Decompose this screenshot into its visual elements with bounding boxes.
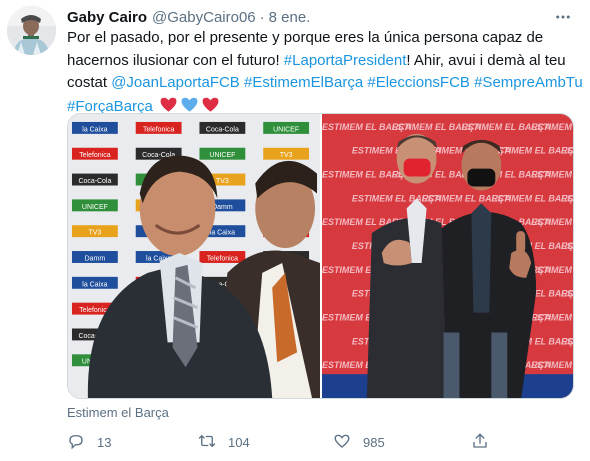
backdrop-text: ESTIMEM EL BARÇA: [531, 313, 573, 323]
share-button[interactable]: [471, 430, 489, 454]
sponsor-board-label: Damm: [85, 255, 106, 262]
heart-outline-icon: [333, 432, 351, 453]
sponsor-board-label: TV3: [280, 152, 293, 159]
more-options-icon[interactable]: [552, 7, 574, 27]
sponsor-board-label: Telefonica: [79, 152, 110, 159]
backdrop-text: ESTIMEM EL BARÇA: [531, 122, 573, 132]
red-heart-icon: [202, 97, 219, 112]
tweet-text-line-2: hacernos ilusionar con el futuro! #Lapor…: [67, 50, 582, 73]
backdrop-text: ESTIMEM EL BARÇA: [561, 336, 573, 346]
tweet[interactable]: Gaby Cairo @GabyCairo06 · 8 ene. Por el …: [0, 0, 590, 461]
sponsor-board-label: UNICEF: [273, 126, 299, 133]
card-source[interactable]: Estimem el Barça: [67, 405, 169, 420]
backdrop-text: ESTIMEM EL BARÇA: [531, 265, 573, 275]
sponsor-board-label: la Caixa: [82, 126, 107, 133]
hashtag-link[interactable]: #LaportaPresident: [284, 52, 407, 69]
hashtag-link[interactable]: #EstimemElBarça: [244, 74, 363, 91]
backdrop-text: ESTIMEM EL BARÇA: [531, 217, 573, 227]
event-backdrop-photo: ESTIMEM EL BARÇA ESTIMEM EL BARÇA ESTIMEM …: [322, 114, 573, 398]
reply-button[interactable]: 13: [67, 430, 111, 454]
photo-right[interactable]: ESTIMEM EL BARÇA ESTIMEM EL BARÇA ESTIMEM …: [322, 114, 573, 398]
backdrop-text: ESTIMEM EL BARÇA: [561, 241, 573, 251]
retweet-count: 104: [228, 434, 250, 450]
author-name[interactable]: Gaby Cairo: [67, 9, 147, 26]
reply-count: 13: [97, 434, 112, 450]
sponsor-board-label: Telefonica: [143, 126, 174, 133]
sponsor-board-label: Telefonica: [207, 255, 238, 262]
avatar-photo: [7, 6, 56, 55]
retweet-icon: [198, 432, 216, 453]
share-icon: [471, 432, 489, 453]
like-button[interactable]: 985: [333, 430, 385, 454]
tweet-text-segment: ! Ahir, avui i demà al teu: [406, 51, 566, 69]
sponsor-board-label: Coca-Cola: [78, 178, 111, 185]
reply-icon: [67, 432, 85, 453]
header-separator: ·: [259, 8, 265, 26]
sponsor-board-label: la Caixa: [82, 281, 107, 288]
backdrop-text: ESTIMEM EL BARÇA: [561, 289, 573, 299]
backdrop-text: ESTIMEM EL BARÇA: [531, 360, 573, 370]
like-count: 985: [363, 434, 385, 450]
sponsor-board-label: Coca-Cola: [206, 126, 239, 133]
tweet-text-line-1: Por el pasado, por el presente y porque …: [67, 27, 582, 50]
hashtag-link[interactable]: #SempreAmbTu: [474, 74, 583, 91]
hashtag-link[interactable]: #ForçaBarça: [67, 98, 153, 115]
backdrop-text: ESTIMEM EL BARÇA: [561, 146, 573, 156]
sponsor-board-label: TV3: [216, 178, 229, 185]
retweet-button[interactable]: 104: [198, 430, 250, 454]
tweet-text-line-3: costat @JoanLaportaFCB #EstimemElBarça #…: [67, 72, 583, 95]
tweet-text-segment: costat: [67, 74, 112, 91]
mention-link[interactable]: @JoanLaportaFCB: [111, 74, 240, 91]
sponsor-board-label: UNICEF: [82, 204, 108, 211]
tweet-text-segment: hacernos ilusionar con el futuro!: [67, 51, 284, 69]
tweet-date[interactable]: 8 ene.: [269, 9, 311, 26]
tweet-text: Por el pasado, por el presente y porque …: [67, 27, 583, 118]
sponsor-board-label: TV3: [89, 230, 102, 237]
photo-left[interactable]: la Caixa Telefonica Coca-Cola UNICEF Telefon…: [68, 114, 320, 398]
press-conference-photo: la Caixa Telefonica Coca-Cola UNICEF Telefon…: [68, 114, 320, 398]
heart-emojis: [157, 97, 220, 115]
tweet-media: la Caixa Telefonica Coca-Cola UNICEF Telefon…: [67, 113, 574, 399]
tweet-actions: 13 104 985: [67, 430, 507, 454]
tweet-text-segment: Por el pasado, por el presente y porque …: [67, 29, 544, 46]
tweet-header: Gaby Cairo @GabyCairo06 · 8 ene.: [67, 7, 582, 27]
red-heart-icon: [160, 97, 177, 112]
avatar[interactable]: [7, 6, 56, 55]
hashtag-link[interactable]: #EleccionsFCB: [367, 74, 470, 91]
blue-heart-icon: [181, 97, 198, 112]
backdrop-text: ESTIMEM EL BARÇA: [531, 170, 573, 180]
backdrop-text: ESTIMEM EL BARÇA: [561, 193, 573, 203]
sponsor-board-label: UNICEF: [209, 152, 235, 159]
sponsor-board-label: la Caixa: [210, 230, 235, 237]
author-handle[interactable]: @GabyCairo06: [152, 9, 256, 26]
